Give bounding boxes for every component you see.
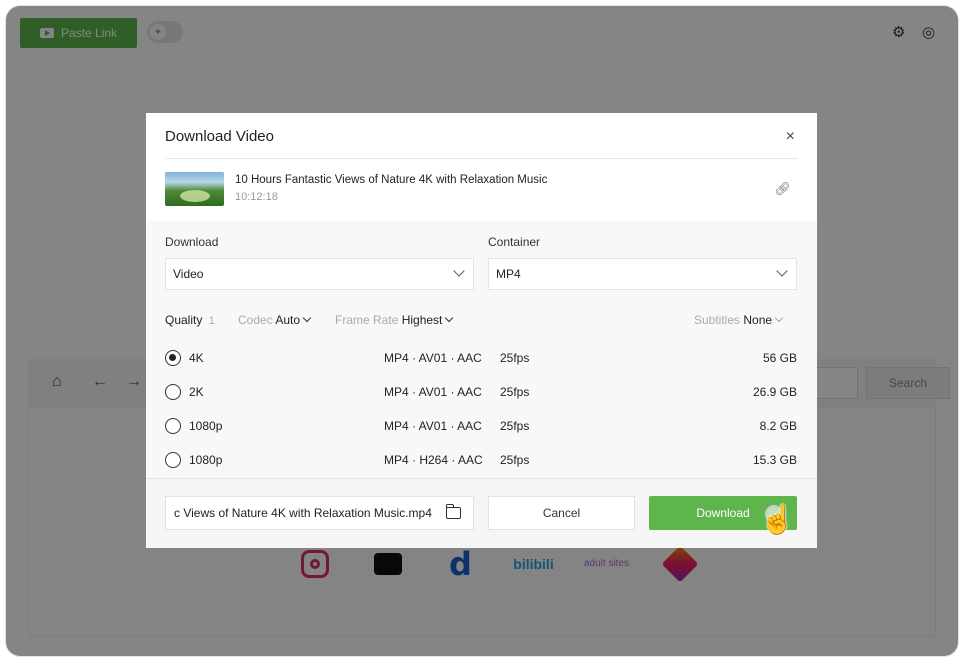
chevron-down-icon: [302, 313, 312, 323]
container-select[interactable]: MP4: [488, 258, 797, 290]
quality-filter: Quality 1: [165, 313, 215, 327]
link-icon[interactable]: 🔗︎: [774, 181, 791, 197]
filename-value: c Views of Nature 4K with Relaxation Mus…: [174, 506, 432, 520]
format-resolution: 1080p: [189, 453, 223, 467]
radio-button[interactable]: [165, 350, 181, 366]
video-duration: 10:12:18: [235, 191, 278, 203]
divider: [165, 158, 798, 159]
format-fps: 25fps: [500, 419, 530, 433]
close-icon[interactable]: ×: [786, 128, 795, 146]
codec-value: Auto: [275, 313, 301, 327]
download-dialog: Download Video × 10 Hours Fantastic View…: [146, 113, 817, 548]
format-resolution: 4K: [189, 351, 204, 365]
dialog-footer: c Views of Nature 4K with Relaxation Mus…: [146, 478, 817, 548]
format-codec: MP4 · AV01 · AAC: [384, 351, 482, 365]
format-size: 26.9 GB: [752, 385, 797, 399]
download-type-value: Video: [173, 267, 204, 281]
video-title: 10 Hours Fantastic Views of Nature 4K wi…: [235, 174, 548, 186]
format-row[interactable]: 1080p MP4 · H264 · AAC 25fps 15.3 GB: [165, 450, 797, 474]
container-value: MP4: [496, 267, 521, 281]
format-codec: MP4 · AV01 · AAC: [384, 419, 482, 433]
format-fps: 25fps: [500, 453, 530, 467]
format-codec: MP4 · AV01 · AAC: [384, 385, 482, 399]
subtitles-filter[interactable]: Subtitles None: [694, 313, 784, 327]
dialog-title: Download Video: [165, 128, 274, 145]
cancel-label: Cancel: [542, 506, 581, 520]
format-fps: 25fps: [500, 351, 530, 365]
radio-button[interactable]: [165, 418, 181, 434]
subtitles-value: None: [743, 313, 773, 327]
download-type-label: Download: [165, 235, 219, 249]
format-row[interactable]: 2K MP4 · AV01 · AAC 25fps 26.9 GB: [165, 382, 797, 406]
format-size: 15.3 GB: [752, 453, 797, 467]
chevron-down-icon: [776, 265, 788, 277]
download-button-label: Download: [696, 506, 750, 520]
filename-input[interactable]: c Views of Nature 4K with Relaxation Mus…: [165, 496, 474, 530]
subtitles-label: Subtitles: [694, 313, 741, 327]
format-size: 56 GB: [762, 351, 797, 365]
video-info: 10 Hours Fantastic Views of Nature 4K wi…: [165, 171, 797, 211]
frame-rate-value: Highest: [401, 313, 443, 327]
quality-count: 1: [208, 315, 215, 327]
format-resolution: 1080p: [189, 419, 223, 433]
codec-label: Codec: [238, 313, 273, 327]
folder-icon[interactable]: [445, 504, 461, 519]
quality-label: Quality: [165, 313, 203, 327]
chevron-down-icon: [774, 313, 784, 323]
video-thumbnail: [165, 172, 224, 206]
format-codec: MP4 · H264 · AAC: [384, 453, 483, 467]
cancel-button[interactable]: Cancel: [488, 496, 635, 530]
hand-cursor-icon: ☝: [760, 504, 795, 535]
download-type-select[interactable]: Video: [165, 258, 474, 290]
radio-button[interactable]: [165, 452, 181, 468]
format-row[interactable]: 1080p MP4 · AV01 · AAC 25fps 8.2 GB: [165, 416, 797, 440]
format-fps: 25fps: [500, 385, 530, 399]
format-row[interactable]: 4K MP4 · AV01 · AAC 25fps 56 GB: [165, 348, 797, 372]
chevron-down-icon: [453, 265, 465, 277]
download-settings: Download Video Container MP4 Quality 1 C…: [146, 221, 817, 478]
format-size: 8.2 GB: [759, 419, 797, 433]
frame-rate-filter[interactable]: Frame Rate Highest: [335, 313, 454, 327]
radio-button[interactable]: [165, 384, 181, 400]
container-label: Container: [488, 235, 541, 249]
codec-filter[interactable]: Codec Auto: [238, 313, 312, 327]
format-resolution: 2K: [189, 385, 204, 399]
chevron-down-icon: [445, 313, 454, 323]
frame-rate-label: Frame Rate: [335, 313, 399, 327]
